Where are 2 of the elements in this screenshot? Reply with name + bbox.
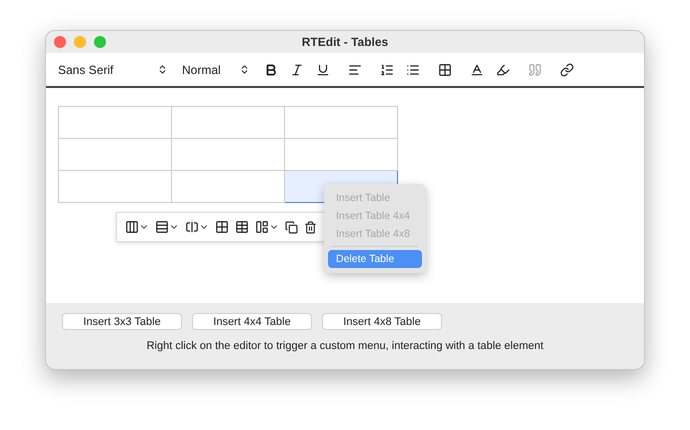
hint-text: Right click on the editor to trigger a custom menu, interacting with a table element <box>146 340 544 352</box>
window-title: RTEdit - Tables <box>302 35 388 49</box>
